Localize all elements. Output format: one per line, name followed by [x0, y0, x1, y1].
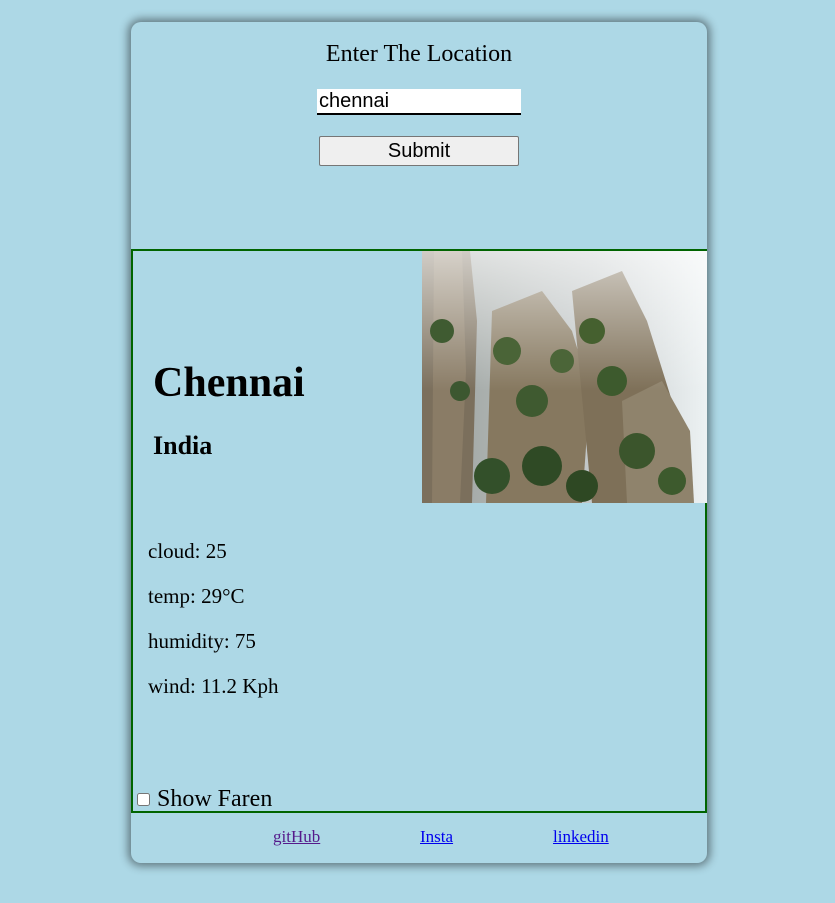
weather-app: Enter The Location Submit Chennai India [131, 22, 707, 863]
search-section: Enter The Location Submit [131, 22, 707, 249]
instagram-link[interactable]: Insta [420, 827, 453, 847]
footer: gitHub Insta linkedin [131, 813, 707, 863]
humidity-value: humidity: 75 [148, 629, 256, 653]
location-input[interactable] [317, 89, 521, 115]
fahrenheit-toggle-label: Show Faren [157, 785, 273, 812]
city-name: Chennai [153, 360, 305, 406]
fahrenheit-toggle[interactable]: Show Faren [137, 785, 272, 813]
location-photo [422, 251, 707, 503]
linkedin-link[interactable]: linkedin [553, 827, 609, 847]
country-name: India [153, 431, 213, 460]
github-link[interactable]: gitHub [273, 827, 320, 847]
wind-value: wind: 11.2 Kph [148, 674, 279, 698]
weather-card: Chennai India cloud: 25 temp: 29°C humid… [131, 249, 707, 813]
submit-button[interactable]: Submit [319, 136, 519, 166]
temperature-value: temp: 29°C [148, 584, 245, 608]
cloud-value: cloud: 25 [148, 539, 227, 563]
location-prompt: Enter The Location [325, 41, 513, 67]
fahrenheit-checkbox[interactable] [137, 792, 150, 806]
